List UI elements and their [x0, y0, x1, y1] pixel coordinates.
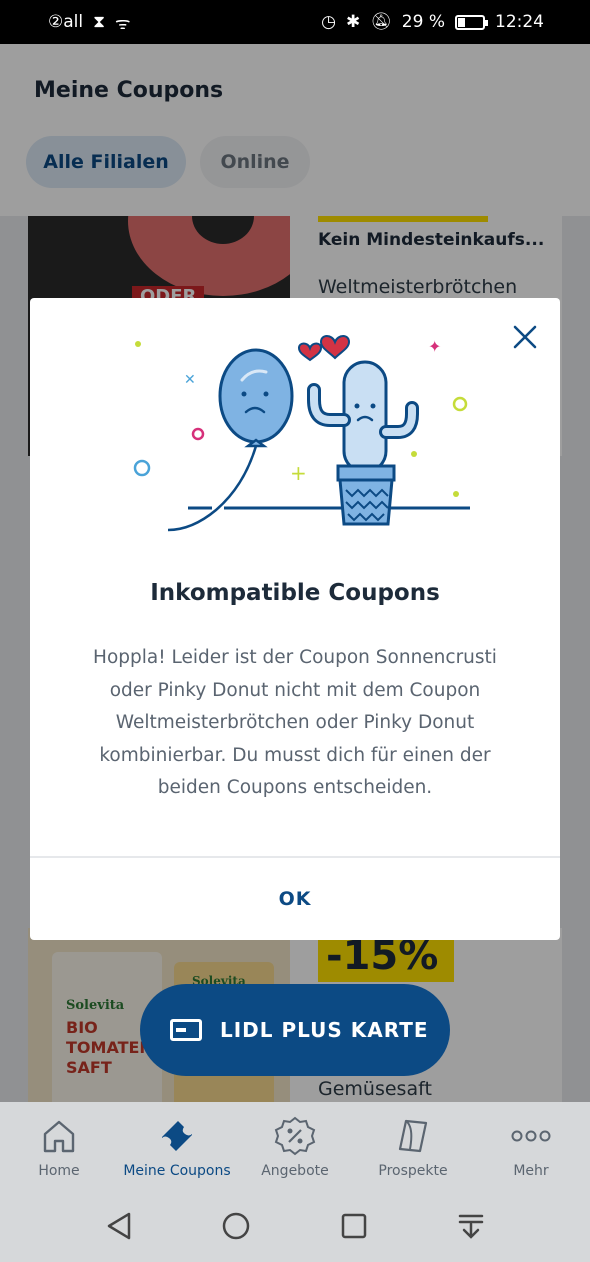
back-button[interactable]	[99, 1206, 139, 1246]
signal-icon: ②all	[48, 12, 84, 32]
status-bar: ②all ⧗ ᯤ ◷ ✱ 🔕︎ 29 % 12:24	[0, 0, 590, 44]
percent-badge-icon	[274, 1116, 316, 1156]
home-icon	[43, 1120, 75, 1153]
nav-label: Meine Coupons	[123, 1163, 231, 1179]
incompatible-coupons-dialog: ✕ + ✦ Inkompatible Coupons Hoppla! Leide…	[30, 298, 560, 940]
mute-icon: 🔕︎	[370, 12, 392, 32]
bluetooth-icon: ✱	[345, 12, 361, 32]
nav-item-meine-coupons[interactable]: Meine Coupons	[118, 1102, 236, 1190]
nav-label: Mehr	[513, 1163, 549, 1179]
back-triangle-icon	[107, 1212, 130, 1240]
ok-button[interactable]: OK	[30, 858, 560, 940]
notification-pulldown-button[interactable]	[451, 1206, 491, 1246]
nav-item-prospekte[interactable]: Prospekte	[354, 1102, 472, 1190]
close-button[interactable]	[508, 320, 542, 354]
svg-text:+: +	[290, 461, 307, 485]
recents-square-icon	[341, 1213, 366, 1239]
nav-label: Angebote	[261, 1163, 329, 1179]
battery-percent: 29 %	[401, 12, 445, 32]
nav-item-home[interactable]: Home	[0, 1102, 118, 1190]
dialog-message: Hoppla! Leider ist der Coupon Sonnencrus…	[93, 647, 497, 798]
home-system-button[interactable]	[216, 1206, 256, 1246]
lidl-plus-card-label: LIDL PLUS KARTE	[220, 1018, 429, 1042]
lidl-plus-card-button[interactable]: LIDL PLUS KARTE	[140, 984, 450, 1076]
alarm-icon: ◷	[321, 12, 336, 32]
nav-label: Prospekte	[378, 1163, 448, 1179]
more-icon	[511, 1130, 551, 1142]
svg-text:✕: ✕	[184, 372, 196, 388]
battery-icon	[455, 14, 488, 30]
recents-button[interactable]	[334, 1206, 374, 1246]
svg-text:✦: ✦	[428, 337, 441, 356]
clock: 12:24	[495, 12, 544, 32]
nav-item-angebote[interactable]: Angebote	[236, 1102, 354, 1190]
nav-item-mehr[interactable]: Mehr	[472, 1102, 590, 1190]
wifi-icon: ᯤ	[115, 13, 131, 34]
hourglass-icon: ⧗	[93, 12, 106, 32]
dialog-title: Inkompatible Coupons	[150, 580, 440, 606]
card-icon	[170, 1019, 202, 1041]
home-circle-icon	[223, 1212, 250, 1240]
bottom-navigation: Home Meine Coupons Angebote Prospekte Me…	[0, 1102, 590, 1190]
nav-label: Home	[38, 1163, 80, 1179]
system-navigation-bar	[0, 1190, 590, 1262]
coupon-icon	[162, 1121, 192, 1151]
pulldown-arrow-icon	[459, 1214, 484, 1239]
sad-balloon-cactus-illustration: ✕ + ✦	[133, 335, 470, 532]
brochure-icon	[398, 1119, 428, 1153]
close-icon	[513, 325, 537, 349]
